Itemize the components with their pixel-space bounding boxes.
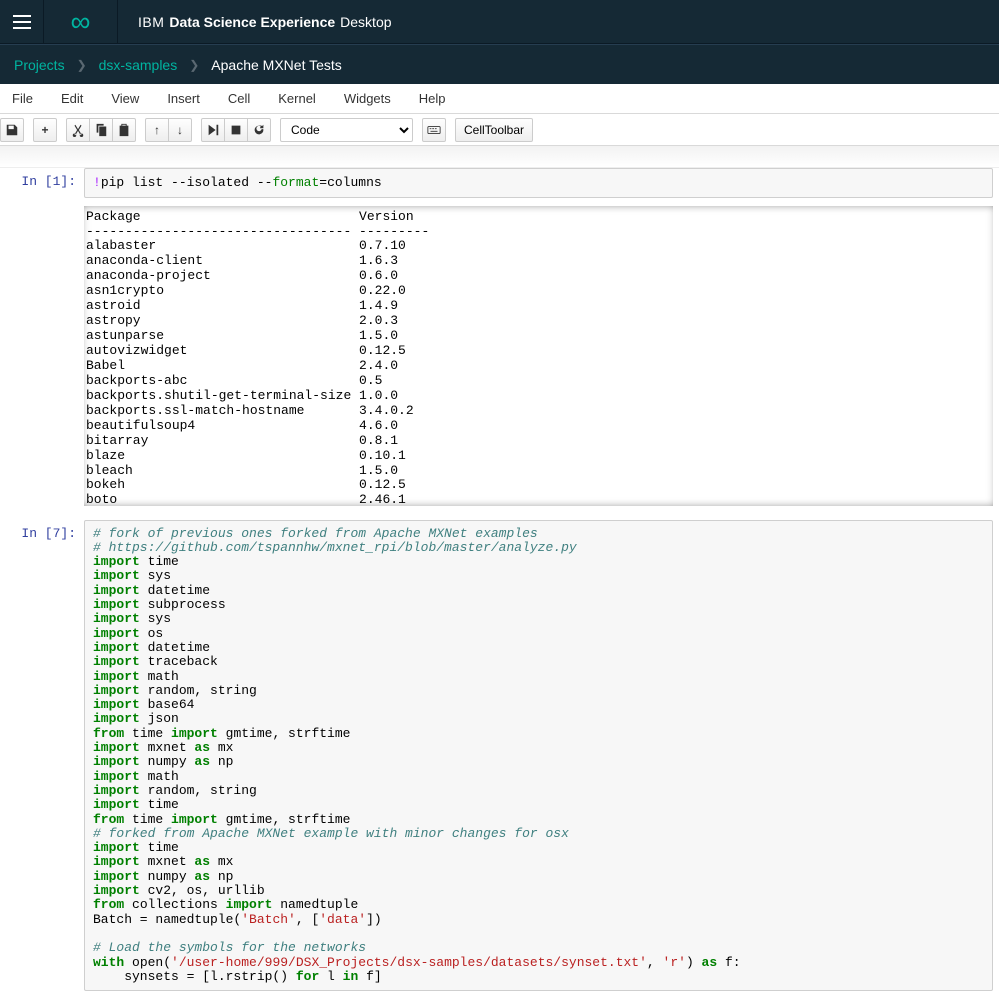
run-button[interactable]	[201, 118, 225, 142]
paste-button[interactable]	[112, 118, 136, 142]
menu-widgets[interactable]: Widgets	[330, 84, 405, 114]
code-cell[interactable]: In [7]: # fork of previous ones forked f…	[0, 520, 999, 991]
brand-title: IBM Data Science Experience Desktop	[118, 14, 392, 30]
chevron-right-icon: ❯	[189, 58, 199, 72]
cell-type-select[interactable]: CodeMarkdownRaw NBConvertHeading	[280, 118, 413, 142]
insert-cell-button[interactable]: +	[33, 118, 57, 142]
menu-file[interactable]: File	[8, 84, 47, 114]
topbar: ∞ IBM Data Science Experience Desktop	[0, 0, 999, 44]
chevron-right-icon: ❯	[77, 58, 87, 72]
menu-toggle-button[interactable]	[0, 0, 44, 44]
brand-product: Data Science Experience	[169, 14, 335, 30]
keyboard-icon	[427, 123, 441, 137]
restart-button[interactable]	[247, 118, 271, 142]
paste-icon	[117, 123, 131, 137]
scissors-icon	[71, 123, 85, 137]
brand-suffix: Desktop	[340, 14, 391, 30]
move-down-button[interactable]: ↓	[168, 118, 192, 142]
menu-cell[interactable]: Cell	[214, 84, 264, 114]
breadcrumb-current: Apache MXNet Tests	[211, 57, 341, 73]
code-cell[interactable]: In [1]: !pip list --isolated --format=co…	[0, 168, 999, 198]
breadcrumb-project-name[interactable]: dsx-samples	[99, 57, 178, 73]
stop-icon	[229, 123, 243, 137]
toolbar: + ↑ ↓ CodeMarkdownRaw NBConvertHe	[0, 114, 999, 146]
menu-view[interactable]: View	[97, 84, 153, 114]
infinity-icon: ∞	[71, 8, 91, 36]
toolbar-shadow	[0, 146, 999, 168]
menu-help[interactable]: Help	[405, 84, 460, 114]
interrupt-button[interactable]	[224, 118, 248, 142]
save-button[interactable]	[0, 118, 24, 142]
copy-icon	[94, 123, 108, 137]
hamburger-icon	[13, 15, 31, 29]
output-cell: Package Version ------------------------…	[6, 206, 993, 506]
menubar: File Edit View Insert Cell Kernel Widget…	[0, 84, 999, 114]
save-icon	[5, 123, 19, 137]
output-prompt	[6, 206, 84, 506]
step-forward-icon	[206, 123, 220, 137]
cell-output[interactable]: Package Version ------------------------…	[84, 206, 993, 506]
logo[interactable]: ∞	[44, 0, 118, 44]
arrow-up-icon: ↑	[154, 123, 160, 137]
notebook: In [1]: !pip list --isolated --format=co…	[0, 168, 999, 991]
refresh-icon	[252, 123, 266, 137]
breadcrumb: Projects ❯ dsx-samples ❯ Apache MXNet Te…	[0, 44, 999, 84]
plus-icon: +	[41, 123, 48, 137]
cut-button[interactable]	[66, 118, 90, 142]
celltoolbar-button[interactable]: CellToolbar	[455, 118, 533, 142]
input-prompt: In [7]:	[6, 520, 84, 991]
copy-button[interactable]	[89, 118, 113, 142]
command-palette-button[interactable]	[422, 118, 446, 142]
menu-insert[interactable]: Insert	[153, 84, 214, 114]
move-up-button[interactable]: ↑	[145, 118, 169, 142]
menu-kernel[interactable]: Kernel	[264, 84, 330, 114]
menu-edit[interactable]: Edit	[47, 84, 97, 114]
brand-ibm: IBM	[138, 14, 164, 30]
breadcrumb-projects[interactable]: Projects	[14, 57, 65, 73]
input-prompt: In [1]:	[6, 168, 84, 198]
code-input[interactable]: !pip list --isolated --format=columns	[84, 168, 993, 198]
code-input[interactable]: # fork of previous ones forked from Apac…	[84, 520, 993, 991]
arrow-down-icon: ↓	[177, 123, 183, 137]
